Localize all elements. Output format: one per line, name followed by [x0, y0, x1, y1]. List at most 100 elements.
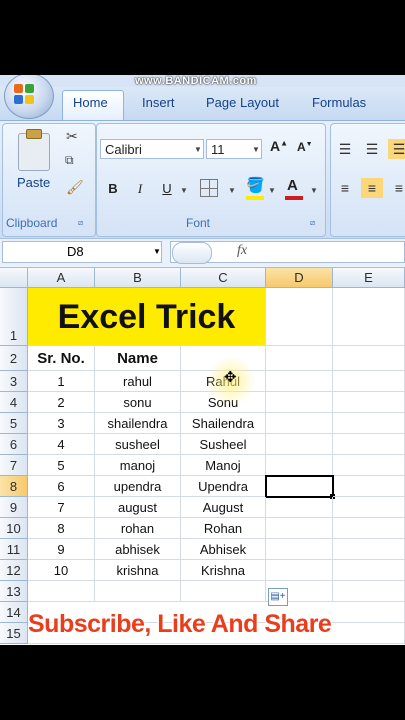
name-box[interactable]: D8 ▼ — [2, 241, 162, 263]
row-header-8[interactable]: 8 — [0, 476, 28, 497]
paste-options-icon[interactable]: ▤+ — [268, 588, 288, 606]
underline-dropdown-icon[interactable]: ▼ — [180, 186, 188, 195]
format-painter-icon[interactable]: 🖌 — [66, 179, 84, 196]
row-header-13[interactable]: 13 — [0, 581, 28, 602]
borders-dropdown-icon[interactable]: ▼ — [228, 186, 236, 195]
cell-d1[interactable] — [266, 288, 333, 346]
cell-name[interactable]: krishna — [95, 560, 181, 581]
cell-e[interactable] — [333, 476, 405, 497]
tab-home[interactable]: Home — [73, 95, 108, 110]
font-color-button[interactable]: A — [287, 177, 298, 194]
cell-d[interactable] — [266, 434, 333, 455]
shrink-font-icon[interactable]: A▼ — [297, 140, 313, 154]
row-header-4[interactable]: 4 — [0, 392, 28, 413]
cell-name[interactable]: sonu — [95, 392, 181, 413]
cell-d[interactable] — [266, 518, 333, 539]
font-name-dropdown-icon[interactable]: ▼ — [194, 145, 202, 154]
row-header-2[interactable]: 2 — [0, 346, 28, 371]
clipboard-launcher-icon[interactable]: ⧄ — [78, 218, 83, 228]
cell-sr[interactable]: 10 — [28, 560, 95, 581]
column-header-c[interactable]: C — [181, 268, 266, 288]
cell-sr[interactable]: 1 — [28, 371, 95, 392]
paste-button[interactable]: Paste — [17, 175, 50, 190]
cell-e2[interactable] — [333, 346, 405, 371]
cell-empty[interactable] — [181, 581, 266, 602]
header-name[interactable]: Name — [95, 346, 181, 371]
font-name-combo[interactable]: Calibri — [100, 139, 204, 159]
cell-name[interactable]: rohan — [95, 518, 181, 539]
tab-insert[interactable]: Insert — [142, 95, 175, 110]
cell-e[interactable] — [333, 434, 405, 455]
tab-formulas[interactable]: Formulas — [312, 95, 366, 110]
cell-sr[interactable]: 5 — [28, 455, 95, 476]
cell-proper-name[interactable]: August — [181, 497, 266, 518]
cut-icon[interactable]: ✂ — [66, 128, 78, 145]
cell-sr[interactable]: 4 — [28, 434, 95, 455]
column-header-e[interactable]: E — [333, 268, 405, 288]
column-header-d[interactable]: D — [266, 268, 333, 288]
cell-proper-name[interactable]: Shailendra — [181, 413, 266, 434]
row-header-6[interactable]: 6 — [0, 434, 28, 455]
tab-page-layout[interactable]: Page Layout — [206, 95, 279, 110]
cell-sr[interactable]: 2 — [28, 392, 95, 413]
cell-d[interactable] — [266, 455, 333, 476]
cell-name[interactable]: upendra — [95, 476, 181, 497]
cell-e[interactable] — [333, 455, 405, 476]
cell-proper-name[interactable]: Krishna — [181, 560, 266, 581]
cell-d[interactable] — [266, 497, 333, 518]
cell-sr[interactable]: 7 — [28, 497, 95, 518]
fill-color-icon[interactable]: 🪣 — [246, 176, 265, 194]
formula-expand-button[interactable] — [172, 242, 212, 264]
bold-button[interactable]: B — [102, 178, 124, 200]
font-launcher-icon[interactable]: ⧄ — [310, 218, 315, 228]
cell-proper-name[interactable]: Rohan — [181, 518, 266, 539]
cell-name[interactable]: susheel — [95, 434, 181, 455]
row-header-10[interactable]: 10 — [0, 518, 28, 539]
cell-d[interactable] — [266, 539, 333, 560]
cell-sr[interactable]: 6 — [28, 476, 95, 497]
cell-empty[interactable] — [333, 581, 405, 602]
cell-d[interactable] — [266, 371, 333, 392]
align-bottom-icon[interactable]: ☰ — [388, 139, 405, 159]
cell-sr[interactable]: 3 — [28, 413, 95, 434]
fx-icon[interactable]: fx — [237, 243, 247, 259]
cell-proper-name[interactable]: Susheel — [181, 434, 266, 455]
cell-empty[interactable] — [95, 581, 181, 602]
row-header-14[interactable]: 14 — [0, 602, 28, 623]
cell-e[interactable] — [333, 413, 405, 434]
row-header-11[interactable]: 11 — [0, 539, 28, 560]
cell-name[interactable]: august — [95, 497, 181, 518]
row-header-1[interactable]: 1 — [0, 288, 28, 346]
row-header-12[interactable]: 12 — [0, 560, 28, 581]
cell-e[interactable] — [333, 539, 405, 560]
row-header-9[interactable]: 9 — [0, 497, 28, 518]
fill-color-dropdown-icon[interactable]: ▼ — [268, 186, 276, 195]
cell-proper-name[interactable]: Upendra — [181, 476, 266, 497]
align-left-icon[interactable]: ≡ — [334, 178, 356, 198]
cell-e[interactable] — [333, 497, 405, 518]
cell-name[interactable]: rahul — [95, 371, 181, 392]
underline-button[interactable]: U — [156, 178, 178, 200]
cell-d[interactable] — [266, 560, 333, 581]
column-header-a[interactable]: A — [28, 268, 95, 288]
align-center-icon[interactable]: ≡ — [361, 178, 383, 198]
align-right-icon[interactable]: ≡ — [388, 178, 405, 198]
align-middle-icon[interactable]: ☰ — [361, 139, 383, 159]
font-size-dropdown-icon[interactable]: ▼ — [252, 145, 260, 154]
cell-d[interactable] — [266, 413, 333, 434]
cell-e1[interactable] — [333, 288, 405, 346]
cell-name[interactable]: manoj — [95, 455, 181, 476]
select-all-corner[interactable] — [0, 268, 28, 288]
cell-proper-name[interactable]: Abhisek — [181, 539, 266, 560]
align-top-icon[interactable]: ☰ — [334, 139, 356, 159]
cell-e[interactable] — [333, 518, 405, 539]
font-color-dropdown-icon[interactable]: ▼ — [310, 186, 318, 195]
cell-e[interactable] — [333, 392, 405, 413]
cell-sr[interactable]: 8 — [28, 518, 95, 539]
cell-e[interactable] — [333, 560, 405, 581]
grow-font-icon[interactable]: A▲ — [270, 138, 288, 154]
row-header-15[interactable]: 15 — [0, 623, 28, 644]
cell-proper-name[interactable]: Manoj — [181, 455, 266, 476]
italic-button[interactable]: I — [129, 178, 151, 200]
cell-empty[interactable] — [28, 581, 95, 602]
